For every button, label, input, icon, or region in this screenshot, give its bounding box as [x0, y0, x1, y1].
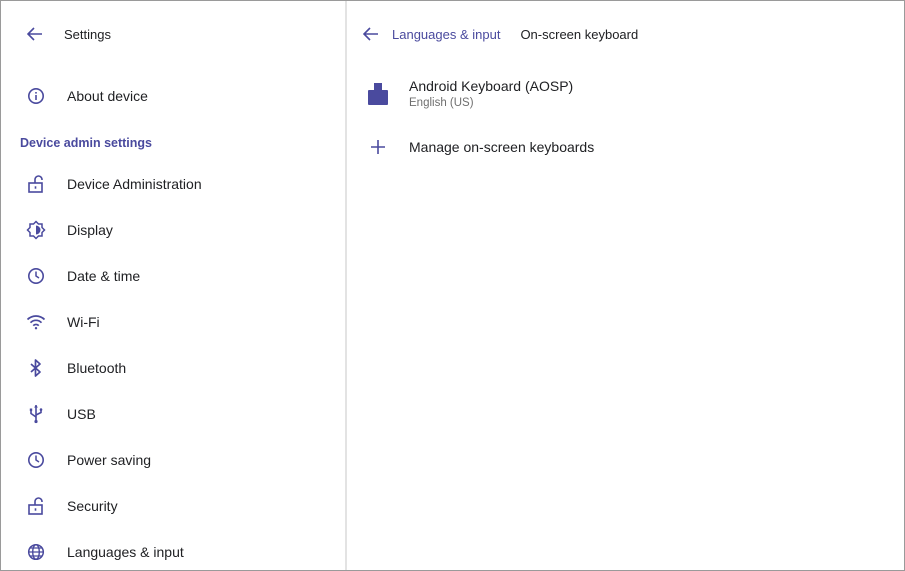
- lock-open-icon: [25, 495, 47, 517]
- sidebar-item-languages-input[interactable]: Languages & input: [1, 529, 345, 570]
- keyboard-name: Android Keyboard (AOSP): [409, 78, 574, 94]
- settings-sidebar: Settings About device Device admin setti…: [1, 1, 345, 570]
- lock-open-icon: [25, 173, 47, 195]
- sidebar-item-label: USB: [67, 406, 96, 422]
- wifi-icon: [25, 311, 47, 333]
- usb-icon: [25, 403, 47, 425]
- settings-window: Settings About device Device admin setti…: [0, 0, 905, 571]
- sidebar-item-label: Languages & input: [67, 544, 184, 560]
- manage-keyboards-button[interactable]: Manage on-screen keyboards: [347, 133, 904, 163]
- clock-icon: [25, 449, 47, 471]
- brightness-icon: [25, 219, 47, 241]
- keyboard-language: English (US): [409, 97, 474, 109]
- sidebar-item-power-saving[interactable]: Power saving: [1, 437, 345, 483]
- plus-icon: [369, 138, 387, 156]
- manage-keyboards-label: Manage on-screen keyboards: [409, 139, 595, 155]
- sidebar-item-label: Date & time: [67, 268, 141, 284]
- clock-icon: [25, 265, 47, 287]
- sidebar-item-label: Display: [67, 222, 113, 238]
- back-arrow-icon[interactable]: [360, 23, 382, 45]
- page-title: On-screen keyboard: [520, 26, 639, 42]
- back-arrow-icon[interactable]: [24, 23, 46, 45]
- info-icon: [25, 85, 47, 107]
- sidebar-item-date-time[interactable]: Date & time: [1, 253, 345, 299]
- sidebar-header: Settings: [24, 23, 111, 45]
- sidebar-item-display[interactable]: Display: [1, 207, 345, 253]
- keyboard-icon: [367, 81, 389, 107]
- sidebar-item-about-device[interactable]: About device: [1, 73, 345, 119]
- sidebar-item-wifi[interactable]: Wi-Fi: [1, 299, 345, 345]
- detail-header: Languages & input On-screen keyboard: [360, 23, 638, 45]
- sidebar-item-usb[interactable]: USB: [1, 391, 345, 437]
- globe-icon: [25, 541, 47, 563]
- sidebar-item-label: Device Administration: [67, 176, 202, 192]
- breadcrumb-languages-input[interactable]: Languages & input: [392, 27, 500, 42]
- sidebar-item-label: Wi-Fi: [67, 314, 100, 330]
- sidebar-item-label: Security: [67, 498, 118, 514]
- sidebar-item-label: About device: [67, 88, 148, 104]
- detail-pane: Languages & input On-screen keyboard And…: [347, 1, 904, 570]
- sidebar-item-bluetooth[interactable]: Bluetooth: [1, 345, 345, 391]
- sidebar-item-security[interactable]: Security: [1, 483, 345, 529]
- section-header-device-admin: Device admin settings: [20, 136, 152, 150]
- sidebar-item-label: Bluetooth: [67, 360, 127, 376]
- sidebar-item-device-administration[interactable]: Device Administration: [1, 161, 345, 207]
- keyboard-item-android-aosp[interactable]: Android Keyboard (AOSP) English (US): [347, 71, 904, 119]
- sidebar-item-label: Power saving: [67, 452, 152, 468]
- bluetooth-icon: [25, 357, 47, 379]
- sidebar-title: Settings: [64, 26, 111, 42]
